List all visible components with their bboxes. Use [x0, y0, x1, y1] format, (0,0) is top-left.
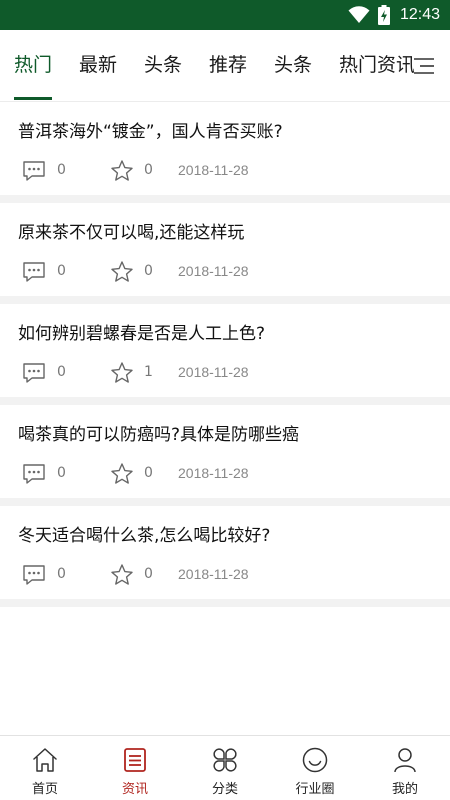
- nav-label: 首页: [31, 782, 58, 797]
- bottom-nav: 首页 资讯 分类 行业圈 我的: [0, 735, 450, 800]
- comment-icon[interactable]: [22, 463, 46, 485]
- article-title[interactable]: 普洱茶海外“镀金”，国人肯否买账?: [18, 120, 283, 144]
- tab-hot[interactable]: 热门: [14, 52, 52, 78]
- star-icon[interactable]: [110, 462, 134, 486]
- comment-icon[interactable]: [22, 564, 46, 586]
- comment-icon[interactable]: [22, 261, 46, 283]
- comment-icon[interactable]: [22, 160, 46, 182]
- nav-category[interactable]: 分类: [180, 736, 270, 800]
- article-date: 2018-11-28: [178, 364, 249, 380]
- comment-count: 0: [57, 364, 66, 380]
- article-meta: 0 0 2018-11-28: [22, 260, 442, 284]
- battery-icon: [377, 5, 390, 25]
- article-item[interactable]: 普洱茶海外“镀金”，国人肯否买账? 0 0 2018-11-28: [0, 102, 450, 203]
- nav-label: 行业圈: [295, 782, 335, 797]
- article-meta: 0 1 2018-11-28: [22, 361, 442, 385]
- home-icon: [33, 748, 57, 772]
- comment-count: 0: [57, 465, 66, 481]
- star-count: 0: [144, 263, 153, 279]
- nav-label: 资讯: [121, 782, 148, 797]
- article-title[interactable]: 原来茶不仅可以喝,还能这样玩: [18, 221, 244, 245]
- status-time: 12:43: [399, 6, 440, 23]
- article-title[interactable]: 喝茶真的可以防癌吗?具体是防哪些癌: [18, 423, 299, 447]
- article-list: 普洱茶海外“镀金”，国人肯否买账? 0 0 2018-11-28 原来茶不仅可以…: [0, 102, 450, 607]
- article-meta: 0 0 2018-11-28: [22, 159, 442, 183]
- nav-profile[interactable]: 我的: [360, 736, 450, 800]
- tab-headlines[interactable]: 头条: [144, 52, 182, 78]
- star-count: 1: [144, 364, 153, 380]
- article-date: 2018-11-28: [178, 162, 249, 178]
- circle-icon: [302, 747, 328, 773]
- article-meta: 0 0 2018-11-28: [22, 563, 442, 587]
- nav-industry-circle[interactable]: 行业圈: [270, 736, 360, 800]
- article-meta: 0 0 2018-11-28: [22, 462, 442, 486]
- article-title[interactable]: 如何辨别碧螺春是否是人工上色?: [18, 322, 265, 346]
- menu-icon[interactable]: [412, 56, 436, 76]
- nav-home[interactable]: 首页: [0, 736, 90, 800]
- tab-headlines-2[interactable]: 头条: [274, 52, 312, 78]
- article-item[interactable]: 冬天适合喝什么茶,怎么喝比较好? 0 0 2018-11-28: [0, 506, 450, 607]
- star-count: 0: [144, 465, 153, 481]
- category-tabs: 热门 最新 头条 推荐 头条 热门资讯: [0, 30, 450, 102]
- tab-latest[interactable]: 最新: [79, 52, 117, 78]
- star-icon[interactable]: [110, 361, 134, 385]
- news-icon: [124, 748, 146, 772]
- article-item[interactable]: 原来茶不仅可以喝,还能这样玩 0 0 2018-11-28: [0, 203, 450, 304]
- star-count: 0: [144, 566, 153, 582]
- category-icon: [213, 748, 237, 772]
- comment-count: 0: [57, 162, 66, 178]
- comment-count: 0: [57, 566, 66, 582]
- article-date: 2018-11-28: [178, 263, 249, 279]
- wifi-icon: [348, 6, 370, 23]
- star-icon[interactable]: [110, 260, 134, 284]
- profile-icon: [394, 748, 416, 773]
- star-icon[interactable]: [110, 159, 134, 183]
- article-item[interactable]: 喝茶真的可以防癌吗?具体是防哪些癌 0 0 2018-11-28: [0, 405, 450, 506]
- active-tab-indicator: [14, 97, 52, 100]
- nav-label: 分类: [211, 782, 238, 797]
- nav-label: 我的: [391, 782, 418, 797]
- status-bar: 12:43: [0, 0, 450, 30]
- star-count: 0: [144, 162, 153, 178]
- comment-count: 0: [57, 263, 66, 279]
- article-date: 2018-11-28: [178, 465, 249, 481]
- tabs-scroll[interactable]: 热门 最新 头条 推荐 头条 热门资讯: [0, 30, 414, 102]
- comment-icon[interactable]: [22, 362, 46, 384]
- article-item[interactable]: 如何辨别碧螺春是否是人工上色? 0 1 2018-11-28: [0, 304, 450, 405]
- tab-recommended[interactable]: 推荐: [209, 52, 247, 78]
- tab-hot-news[interactable]: 热门资讯: [339, 52, 414, 78]
- star-icon[interactable]: [110, 563, 134, 587]
- article-title[interactable]: 冬天适合喝什么茶,怎么喝比较好?: [18, 524, 270, 548]
- article-date: 2018-11-28: [178, 566, 249, 582]
- nav-news[interactable]: 资讯: [90, 736, 180, 800]
